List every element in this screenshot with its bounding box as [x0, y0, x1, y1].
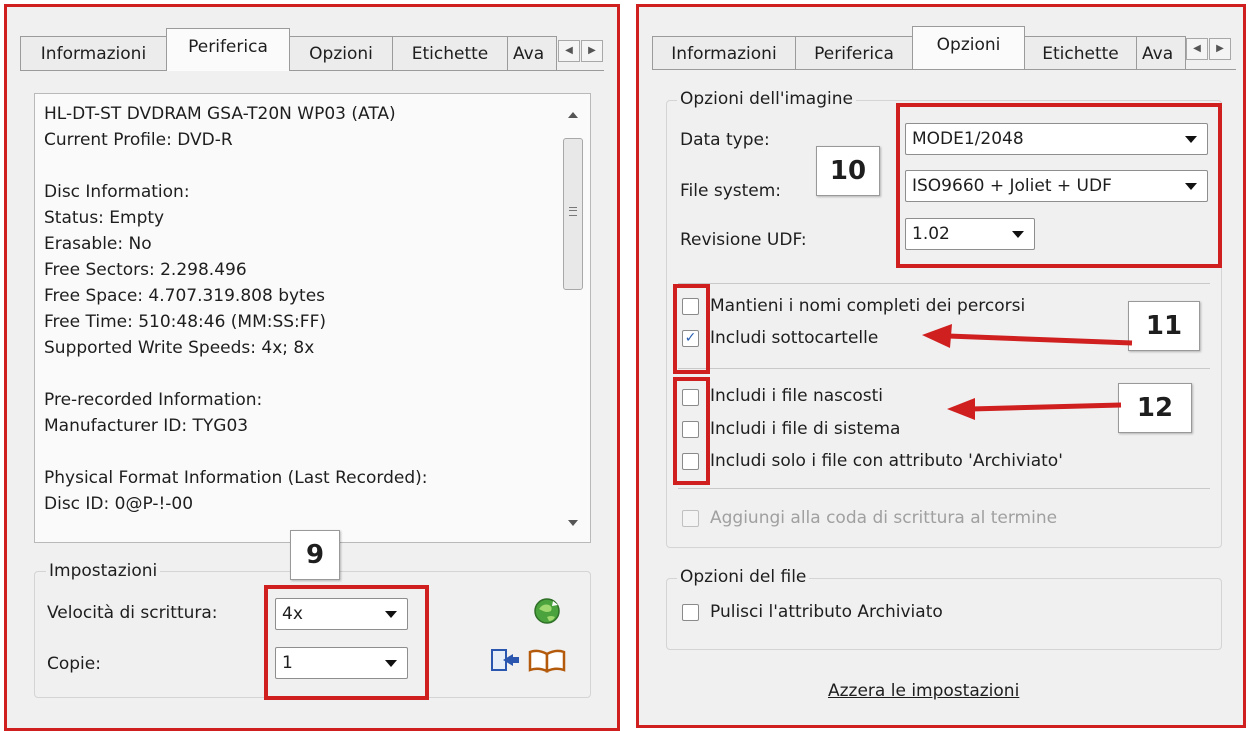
book-icon[interactable] [528, 648, 566, 674]
tab-scroll-right-button[interactable]: ▶ [581, 40, 603, 62]
add-to-write-queue-checkbox[interactable] [682, 510, 699, 527]
grip-icon [569, 207, 577, 216]
callout-9: 9 [290, 530, 340, 580]
info-line: Physical Format Information (Last Record… [44, 468, 428, 488]
info-line: Erasable: No [44, 234, 152, 254]
reset-settings-link[interactable]: Azzera le impostazioni [828, 681, 1019, 701]
include-hidden-files-label: Includi i file nascosti [710, 386, 884, 406]
highlight-box-12 [673, 377, 710, 485]
tab-informazioni[interactable]: Informazioni [652, 36, 796, 70]
scroll-up-arrow-icon[interactable] [568, 112, 578, 118]
scrollbar-thumb[interactable] [563, 138, 583, 290]
tab-scroll-right-button[interactable]: ▶ [1209, 38, 1231, 60]
include-archived-only-label: Includi solo i file con attributo 'Archi… [710, 451, 1063, 471]
scrollbar[interactable] [562, 100, 584, 538]
copies-label: Copie: [47, 654, 101, 674]
separator [678, 283, 1210, 284]
separator [678, 488, 1210, 489]
tab-opzioni[interactable]: Opzioni [912, 26, 1025, 69]
callout-10: 10 [816, 146, 880, 196]
tab-etichette[interactable]: Etichette [1024, 36, 1137, 70]
grip-line [569, 210, 577, 211]
highlight-box-10 [896, 103, 1222, 268]
clear-archive-attribute-label: Pulisci l'attributo Archiviato [710, 602, 943, 622]
info-line: Free Space: 4.707.319.808 bytes [44, 286, 326, 306]
keep-full-paths-label: Mantieni i nomi completi dei percorsi [710, 296, 1026, 316]
info-line: Free Sectors: 2.298.496 [44, 260, 247, 280]
info-line: Disc ID: 0@P-!-00 [44, 494, 194, 514]
tab-periferica[interactable]: Periferica [795, 36, 913, 70]
separator [678, 368, 1210, 369]
highlight-box-9 [264, 585, 429, 700]
tab-avanzate[interactable]: Ava [507, 36, 557, 70]
info-line: Current Profile: DVD-R [44, 130, 233, 150]
image-options-legend: Opzioni dell'imagine [677, 89, 856, 109]
tab-divider [652, 69, 1236, 70]
scroll-down-arrow-icon[interactable] [568, 520, 578, 526]
arrow-11-icon [922, 324, 1133, 348]
tab-informazioni[interactable]: Informazioni [20, 36, 167, 70]
info-line: Disc Information: [44, 182, 190, 202]
tab-scroll-left-button[interactable]: ◀ [1186, 38, 1208, 60]
include-system-files-label: Includi i file di sistema [710, 419, 901, 439]
info-line: Free Time: 510:48:46 (MM:SS:FF) [44, 312, 326, 332]
file-system-label: File system: [680, 181, 782, 201]
data-type-label: Data type: [680, 130, 770, 150]
tab-divider [20, 70, 604, 71]
info-line: Supported Write Speeds: 4x; 8x [44, 338, 315, 358]
write-speed-label: Velocità di scrittura: [47, 603, 218, 623]
tab-etichette[interactable]: Etichette [392, 36, 508, 70]
callout-12: 12 [1118, 383, 1192, 433]
include-subfolders-label: Includi sottocartelle [710, 328, 879, 348]
eject-disc-icon[interactable] [489, 646, 521, 676]
settings-legend: Impostazioni [46, 561, 161, 581]
info-line: Manufacturer ID: TYG03 [44, 416, 249, 436]
info-line: HL-DT-ST DVDRAM GSA-T20N WP03 (ATA) [44, 104, 396, 124]
file-options-legend: Opzioni del file [677, 567, 810, 587]
tab-scroll-left-button[interactable]: ◀ [558, 40, 580, 62]
info-line: Status: Empty [44, 208, 165, 228]
refresh-globe-icon[interactable] [533, 597, 561, 625]
clear-archive-attribute-checkbox[interactable] [682, 604, 699, 621]
tab-periferica[interactable]: Periferica [166, 28, 290, 71]
tab-avanzate[interactable]: Ava [1136, 36, 1186, 70]
info-line: Pre-recorded Information: [44, 390, 263, 410]
callout-11: 11 [1128, 301, 1200, 351]
highlight-box-11 [673, 284, 710, 374]
udf-revision-label: Revisione UDF: [680, 230, 807, 250]
add-to-write-queue-label: Aggiungi alla coda di scrittura al termi… [710, 508, 1058, 528]
arrow-12-icon [947, 398, 1122, 420]
tab-opzioni[interactable]: Opzioni [289, 36, 393, 70]
